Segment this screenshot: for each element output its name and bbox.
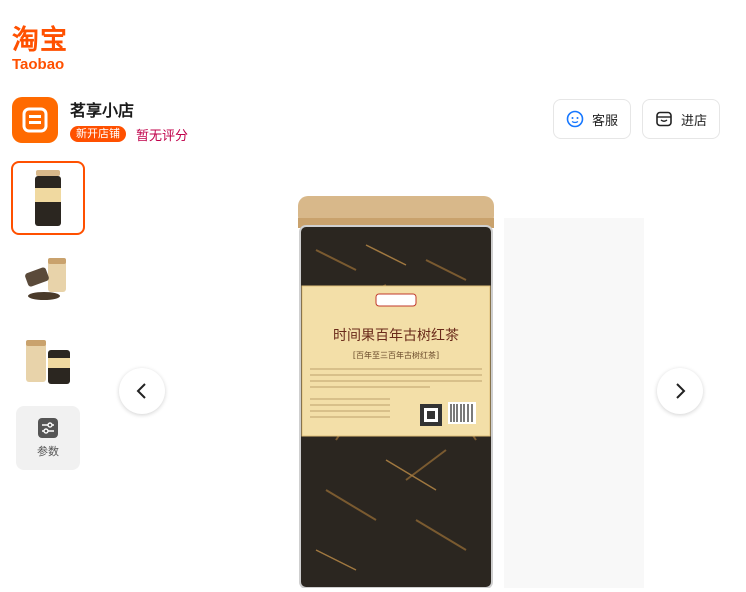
shop-icon	[22, 107, 48, 133]
logo-cn-text: 淘宝	[12, 25, 68, 56]
shop-avatar[interactable]	[12, 97, 58, 143]
chevron-right-icon	[676, 383, 686, 399]
store-icon	[656, 111, 672, 127]
thumbnail-3[interactable]	[11, 323, 85, 397]
service-button-label: 客服	[592, 113, 619, 129]
previous-image-button[interactable]	[119, 368, 165, 414]
label-subtitle: [百年至三百年古树红茶]	[353, 350, 439, 360]
tea-jar-thumbnail	[35, 170, 61, 226]
thumbnail-2[interactable]	[11, 243, 85, 317]
sliders-icon	[38, 418, 58, 438]
shop-name[interactable]: 茗享小店	[70, 97, 134, 121]
logo-en-text: Taobao	[12, 56, 65, 73]
tea-side-thumbnail	[25, 258, 66, 300]
tea-jar-image: 时间果百年古树红茶 [百年至三百年古树红茶]	[298, 196, 644, 589]
customer-service-button[interactable]: 客服	[553, 99, 631, 139]
tea-package-thumbnail	[26, 340, 70, 384]
next-image-button[interactable]	[657, 368, 703, 414]
taobao-logo[interactable]: 淘宝 Taobao	[12, 26, 76, 73]
label-title: 时间果百年古树红茶	[333, 328, 459, 344]
params-button[interactable]: 参数	[16, 406, 80, 470]
chevron-left-icon	[136, 383, 146, 399]
shop-rating: 暂无评分	[136, 129, 189, 144]
chat-face-icon	[566, 110, 584, 128]
params-label: 参数	[37, 445, 59, 458]
store-button-label: 进店	[681, 113, 708, 129]
new-shop-badge: 新开店铺	[70, 126, 126, 142]
enter-store-button[interactable]: 进店	[642, 99, 720, 139]
thumbnail-1[interactable]	[11, 161, 85, 235]
main-product-image[interactable]: 时间果百年古树红茶 [百年至三百年古树红茶]	[296, 190, 646, 589]
